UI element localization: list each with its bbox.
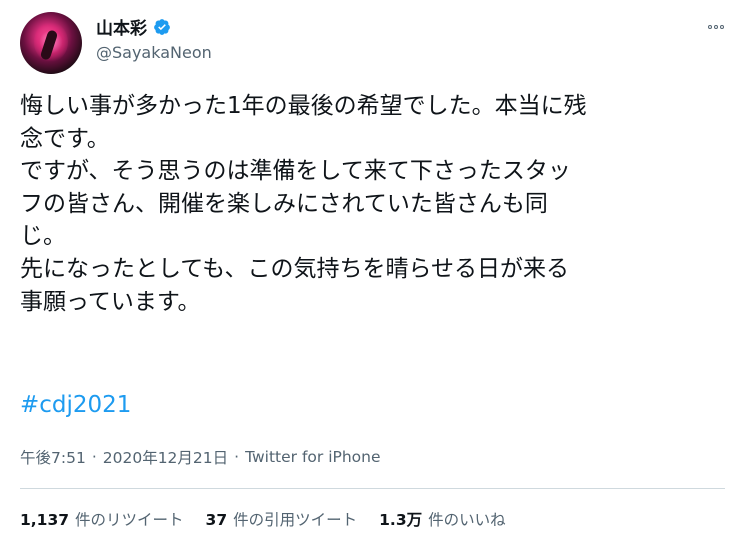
tweet-text-line: 事願っています。 [20,288,201,315]
avatar[interactable] [20,12,82,74]
retweets-label: 件のリツイート [75,511,184,529]
more-dot [714,25,718,29]
tweet-meta: 午後7:51 · 2020年12月21日 · Twitter for iPhon… [20,446,381,468]
divider [20,488,725,489]
tweet-text-line: じ。 [20,223,66,250]
likes-label: 件のいいね [428,511,506,529]
tweet-text-line: フの皆さん、開催を楽しみにされていた皆さんも同 [20,190,548,217]
more-dot [708,25,712,29]
author-name-row: 山本彩 [96,14,171,39]
engagement-stats: 1,137 件のリツイート 37 件の引用ツイート 1.3万 件のいいね [20,508,528,530]
retweets-stat[interactable]: 1,137 件のリツイート [20,508,184,530]
more-options-icon[interactable] [701,16,731,38]
tweet-text-line: 先になったとしても、この気持ちを晴らせる日が来る [20,255,570,282]
quotes-count: 37 [205,511,228,529]
tweet-text-line: 念です。 [20,125,110,152]
tweet-source[interactable]: Twitter for iPhone [245,448,380,466]
likes-count: 1.3万 [379,511,423,529]
hashtag-link[interactable]: #cdj2021 [20,392,131,418]
meta-separator: · [234,448,240,466]
quotes-stat[interactable]: 37 件の引用ツイート [206,508,358,530]
verified-badge-icon [154,18,170,35]
likes-stat[interactable]: 1.3万 件のいいね [379,508,505,530]
tweet-time[interactable]: 午後7:51 [20,446,86,468]
display-name[interactable]: 山本彩 [96,14,147,39]
more-dot [720,25,724,29]
meta-separator: · [91,448,97,466]
retweets-count: 1,137 [20,511,70,529]
tweet-text-line: 悔しい事が多かった1年の最後の希望でした。本当に残 [20,93,587,119]
tweet-text: 悔しい事が多かった1年の最後の希望でした。本当に残 念です。 ですが、そう思うの… [20,90,725,318]
tweet-date[interactable]: 2020年12月21日 [103,446,228,468]
tweet-card: 山本彩 @SayakaNeon 悔しい事が多かった1年の最後の希望でした。本当に… [0,0,745,536]
quotes-label: 件の引用ツイート [233,511,358,529]
user-handle[interactable]: @SayakaNeon [96,43,212,62]
tweet-text-line: ですが、そう思うのは準備をして来て下さったスタッ [20,158,571,185]
